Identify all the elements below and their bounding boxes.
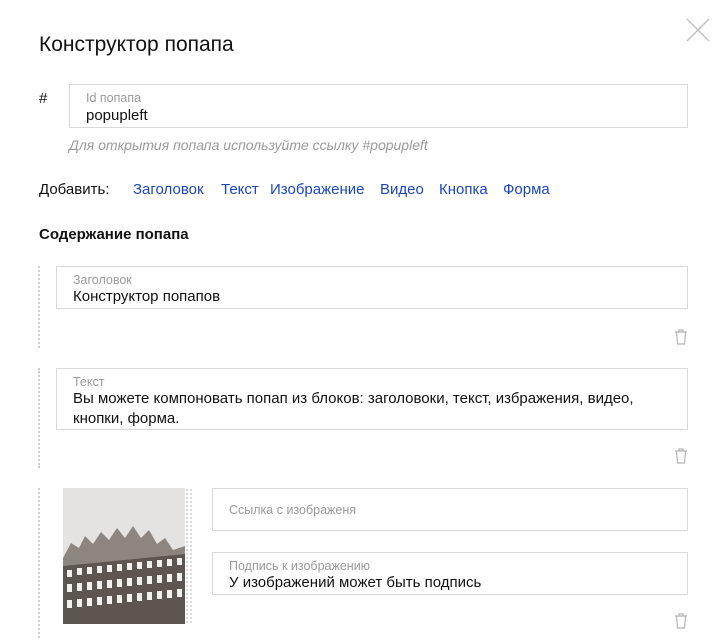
drag-handle[interactable] — [38, 488, 40, 638]
add-label: Добавить: — [39, 181, 110, 198]
heading-block-field[interactable]: Заголовок Конструктор попапов — [56, 266, 688, 309]
add-heading-link[interactable]: Заголовок — [133, 181, 204, 198]
add-button-link[interactable]: Кнопка — [439, 181, 488, 198]
image-caption-value[interactable]: У изображений может быть подпись — [229, 572, 481, 593]
image-resize-strip — [185, 488, 193, 624]
image-link-placeholder: Ссылка с изображеня — [229, 503, 357, 517]
add-video-link[interactable]: Видео — [380, 181, 424, 198]
trash-icon[interactable] — [673, 328, 689, 346]
hash-symbol: # — [39, 90, 48, 107]
add-form-link[interactable]: Форма — [503, 181, 550, 198]
section-title: Содержание попапа — [39, 226, 189, 243]
trash-icon[interactable] — [673, 612, 689, 630]
text-block-value-line2[interactable]: кнопки, форма. — [73, 408, 179, 429]
page-title: Конструктор попапа — [39, 33, 234, 56]
drag-handle[interactable] — [38, 266, 40, 348]
building-photo — [63, 488, 185, 624]
drag-handle[interactable] — [38, 368, 40, 468]
text-block-label: Текст — [73, 375, 105, 389]
image-caption-field[interactable]: Подпись к изображению У изображений може… — [212, 552, 688, 595]
text-block-field[interactable]: Текст Вы можете компоновать попап из бло… — [56, 368, 688, 430]
close-icon[interactable] — [684, 16, 712, 44]
trash-icon[interactable] — [673, 447, 689, 465]
add-text-link[interactable]: Текст — [221, 181, 259, 198]
popup-link-hint: Для открытия попапа используйте ссылку #… — [69, 137, 428, 153]
image-link-field[interactable]: Ссылка с изображеня — [212, 488, 688, 531]
image-caption-label: Подпись к изображению — [229, 559, 371, 573]
popup-id-field[interactable]: Id попапа popupleft — [69, 84, 688, 128]
heading-block-value[interactable]: Конструктор попапов — [73, 286, 220, 307]
popup-id-value[interactable]: popupleft — [86, 105, 148, 126]
text-block-value-line1[interactable]: Вы можете компоновать попап из блоков: з… — [73, 388, 634, 409]
popup-id-label: Id попапа — [86, 91, 142, 105]
add-image-link[interactable]: Изображение — [270, 181, 365, 198]
image-preview[interactable] — [63, 488, 185, 624]
heading-block-label: Заголовок — [73, 273, 132, 287]
